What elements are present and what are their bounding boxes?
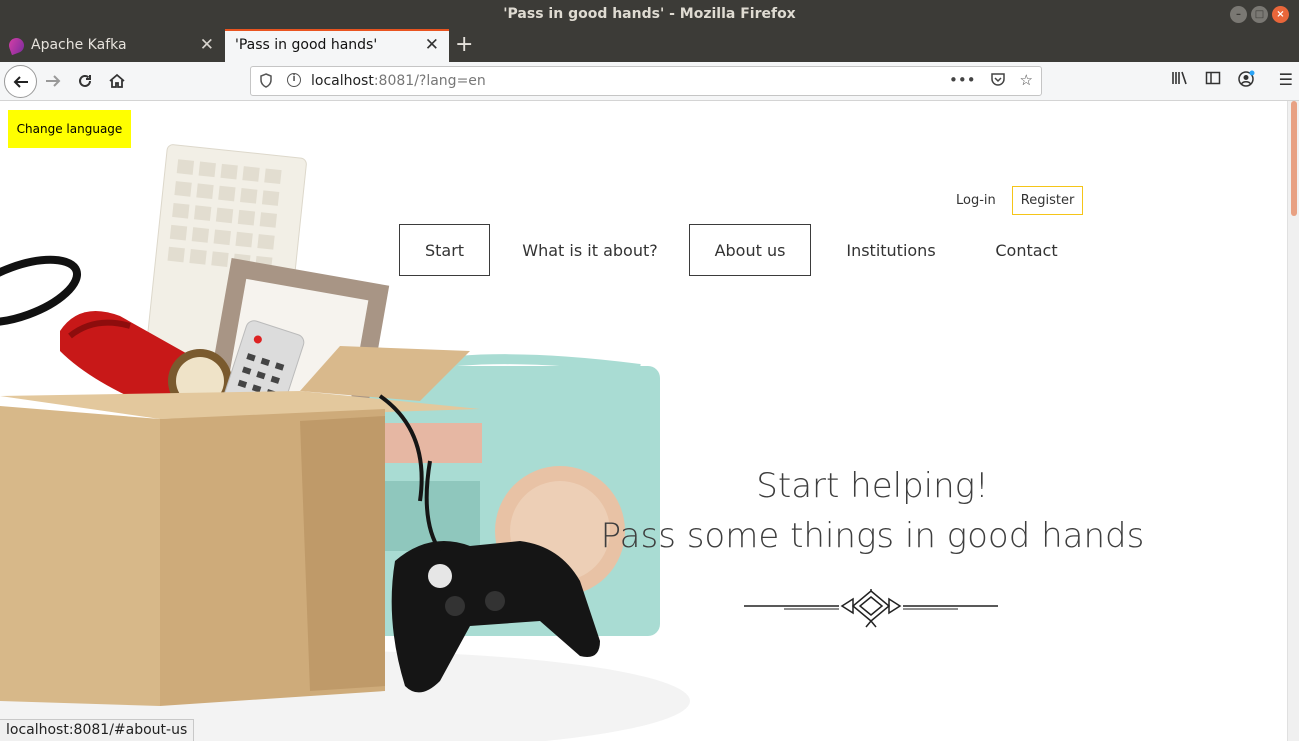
shield-icon[interactable] [259,73,273,92]
page-viewport: Change language Log-in Register Start Wh… [0,101,1287,741]
menu-hamburger-icon[interactable]: ☰ [1279,70,1293,92]
toolbar-right: ☰ [1171,70,1293,92]
url-text[interactable]: localhost:8081/?lang=en [311,73,486,89]
library-icon[interactable] [1171,70,1189,92]
register-button[interactable]: Register [1011,186,1084,215]
window-titlebar: 'Pass in good hands' - Mozilla Firefox –… [0,0,1299,29]
minimize-button[interactable]: – [1230,6,1247,23]
url-host: localhost [311,73,374,89]
page-actions-icon[interactable]: ••• [949,71,976,91]
hero-heading: Start helping! Pass some things in good … [600,466,1145,556]
nav-institutions[interactable]: Institutions [829,224,953,276]
tab-label: 'Pass in good hands' [235,37,378,53]
pocket-icon[interactable] [990,71,1006,91]
nav-contact[interactable]: Contact [974,224,1079,276]
window-title: 'Pass in good hands' - Mozilla Firefox [503,6,796,22]
auth-links: Log-in Register [950,186,1084,215]
reload-icon [79,74,91,87]
home-icon [109,73,125,88]
sidebar-icon[interactable] [1205,70,1221,92]
nav-what-is-it-about[interactable]: What is it about? [509,224,671,276]
urlbar-actions: ••• ☆ [949,71,1033,91]
close-tab-icon[interactable]: ✕ [425,35,439,55]
status-bar: localhost:8081/#about-us [0,719,195,741]
change-language-button[interactable]: Change language [8,110,131,148]
tab-strip: Apache Kafka ✕ 'Pass in good hands' ✕ + [0,29,1299,62]
login-link[interactable]: Log-in [950,187,1002,214]
tab-pass-in-good-hands[interactable]: 'Pass in good hands' ✕ [225,29,449,62]
tab-label: Apache Kafka [31,37,127,53]
reload-button[interactable] [70,66,100,96]
tab-apache-kafka[interactable]: Apache Kafka ✕ [0,29,224,62]
bookmark-star-icon[interactable]: ☆ [1020,71,1033,91]
site-info-icon[interactable]: i [287,73,301,87]
forward-button[interactable] [38,66,68,96]
maximize-button[interactable]: □ [1251,6,1268,23]
navigation-toolbar: i localhost:8081/?lang=en ••• ☆ ☰ [0,62,1299,101]
hero-illustration [0,144,690,741]
url-bar[interactable]: i localhost:8081/?lang=en ••• ☆ [250,66,1042,96]
close-tab-icon[interactable]: ✕ [200,35,214,55]
account-icon[interactable] [1237,70,1255,92]
decorative-ornament-icon [744,589,998,628]
back-arrow-icon [13,75,28,88]
scrollbar-thumb[interactable] [1291,101,1297,216]
back-button[interactable] [4,65,37,98]
new-tab-button[interactable]: + [455,32,473,57]
url-path: :8081/?lang=en [373,73,486,89]
home-button[interactable] [102,66,132,96]
nav-start[interactable]: Start [399,224,490,276]
window-controls: – □ × [1230,6,1289,23]
nav-about-us[interactable]: About us [689,224,811,276]
close-window-button[interactable]: × [1272,6,1289,23]
kafka-favicon-icon [6,35,27,56]
page-scrollbar[interactable] [1287,101,1299,741]
forward-arrow-icon [46,75,61,87]
hero-line-1: Start helping! [756,466,989,506]
hero-line-2: Pass some things in good hands [600,516,1145,556]
